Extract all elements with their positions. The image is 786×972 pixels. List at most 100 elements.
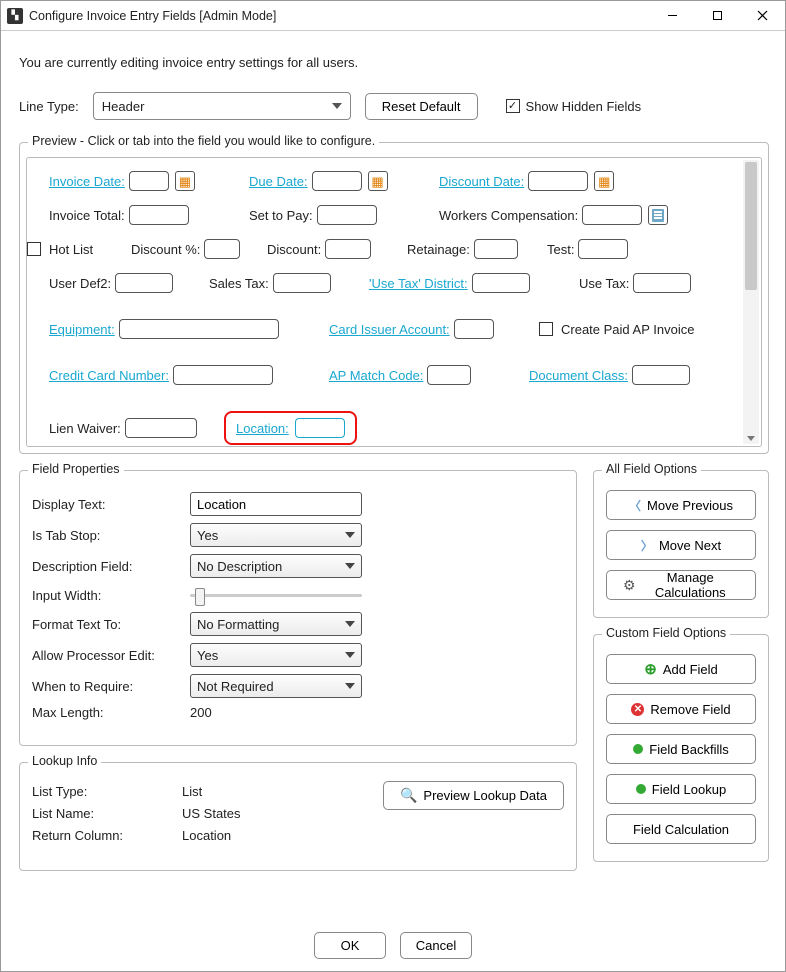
when-require-select[interactable]: Not Required: [190, 674, 362, 698]
equipment-label[interactable]: Equipment:: [49, 322, 115, 337]
search-icon: 🔍: [400, 787, 417, 804]
chevron-down-icon: [345, 652, 355, 658]
custom-field-options-panel: Custom Field Options ⊕ Add Field ✕ Remov…: [593, 634, 769, 862]
slider-thumb[interactable]: [195, 588, 205, 606]
ok-label: OK: [341, 938, 360, 953]
create-paid-ap-checkbox[interactable]: [539, 322, 553, 336]
lien-waiver-label: Lien Waiver:: [49, 421, 121, 436]
doc-class-label[interactable]: Document Class:: [529, 368, 628, 383]
move-next-button[interactable]: 〉 Move Next: [606, 530, 756, 560]
location-label[interactable]: Location:: [236, 421, 289, 436]
discount-pct-input[interactable]: [204, 239, 240, 259]
is-tab-stop-select[interactable]: Yes: [190, 523, 362, 547]
field-backfills-label: Field Backfills: [649, 742, 728, 757]
use-tax-input[interactable]: [633, 273, 691, 293]
lien-waiver-input[interactable]: [125, 418, 197, 438]
manage-calculations-button[interactable]: ⚙ Manage Calculations: [606, 570, 756, 600]
description-field-value: No Description: [197, 559, 282, 574]
invoice-date-label[interactable]: Invoice Date:: [49, 174, 125, 189]
reset-default-button[interactable]: Reset Default: [365, 93, 478, 120]
preview-lookup-button[interactable]: 🔍 Preview Lookup Data: [383, 781, 564, 810]
cancel-label: Cancel: [416, 938, 456, 953]
cc-number-input[interactable]: [173, 365, 273, 385]
retainage-input[interactable]: [474, 239, 518, 259]
invoice-total-input[interactable]: [129, 205, 189, 225]
info-text: You are currently editing invoice entry …: [19, 55, 769, 70]
max-length-label: Max Length:: [32, 705, 190, 720]
add-field-button[interactable]: ⊕ Add Field: [606, 654, 756, 684]
vertical-scrollbar[interactable]: [743, 160, 759, 444]
preview-legend: Preview - Click or tab into the field yo…: [28, 134, 379, 148]
doc-class-input[interactable]: [632, 365, 690, 385]
field-properties-legend: Field Properties: [28, 462, 124, 476]
format-text-select[interactable]: No Formatting: [190, 612, 362, 636]
display-text-input[interactable]: [190, 492, 362, 516]
display-text-label: Display Text:: [32, 497, 190, 512]
description-field-select[interactable]: No Description: [190, 554, 362, 578]
discount-pct-label: Discount %:: [131, 242, 200, 257]
dot-icon: [636, 784, 646, 794]
all-field-options-panel: All Field Options 〈 Move Previous 〉 Move…: [593, 470, 769, 618]
equipment-input[interactable]: [119, 319, 279, 339]
chevron-down-icon: [345, 621, 355, 627]
input-width-label: Input Width:: [32, 588, 190, 603]
titlebar: ▚ Configure Invoice Entry Fields [Admin …: [1, 1, 785, 31]
location-input[interactable]: [295, 418, 345, 438]
due-date-input[interactable]: [312, 171, 362, 191]
hot-list-checkbox[interactable]: [27, 242, 41, 256]
chevron-right-icon: 〉: [641, 537, 653, 554]
due-date-label[interactable]: Due Date:: [249, 174, 308, 189]
ok-button[interactable]: OK: [314, 932, 386, 959]
test-input[interactable]: [578, 239, 628, 259]
calendar-icon[interactable]: ▦: [368, 171, 388, 191]
workers-comp-input[interactable]: [582, 205, 642, 225]
allow-processor-select[interactable]: Yes: [190, 643, 362, 667]
gear-icon: ⚙: [623, 577, 636, 594]
chevron-down-icon: [332, 103, 342, 109]
discount-date-input[interactable]: [528, 171, 588, 191]
input-width-slider[interactable]: [190, 585, 362, 605]
line-type-select[interactable]: Header: [93, 92, 351, 120]
dot-icon: [633, 744, 643, 754]
maximize-button[interactable]: [695, 1, 740, 31]
invoice-date-input[interactable]: [129, 171, 169, 191]
field-properties-panel: Field Properties Display Text: Is Tab St…: [19, 470, 577, 746]
app-icon: ▚: [7, 8, 23, 24]
move-previous-label: Move Previous: [647, 498, 733, 513]
when-require-value: Not Required: [197, 679, 274, 694]
cancel-button[interactable]: Cancel: [400, 932, 472, 959]
reset-default-label: Reset Default: [382, 99, 461, 114]
field-calculation-button[interactable]: Field Calculation: [606, 814, 756, 844]
document-icon[interactable]: [648, 205, 668, 225]
ap-match-label[interactable]: AP Match Code:: [329, 368, 423, 383]
location-highlight: Location:: [224, 411, 357, 445]
show-hidden-checkbox[interactable]: ✓: [506, 99, 520, 113]
workers-comp-label: Workers Compensation:: [439, 208, 578, 223]
chevron-down-icon: [345, 563, 355, 569]
close-button[interactable]: [740, 1, 785, 31]
calendar-icon[interactable]: ▦: [175, 171, 195, 191]
list-type-value: List: [182, 784, 202, 799]
minimize-button[interactable]: [650, 1, 695, 31]
list-type-label: List Type:: [32, 784, 182, 799]
ap-match-input[interactable]: [427, 365, 471, 385]
chevron-left-icon: 〈: [629, 497, 641, 514]
list-name-label: List Name:: [32, 806, 182, 821]
scrollbar-thumb[interactable]: [745, 162, 757, 290]
remove-field-button[interactable]: ✕ Remove Field: [606, 694, 756, 724]
use-tax-district-input[interactable]: [472, 273, 530, 293]
set-to-pay-input[interactable]: [317, 205, 377, 225]
discount-input[interactable]: [325, 239, 371, 259]
move-previous-button[interactable]: 〈 Move Previous: [606, 490, 756, 520]
discount-date-label[interactable]: Discount Date:: [439, 174, 524, 189]
card-issuer-label[interactable]: Card Issuer Account:: [329, 322, 450, 337]
field-backfills-button[interactable]: Field Backfills: [606, 734, 756, 764]
is-tab-stop-value: Yes: [197, 528, 218, 543]
field-lookup-button[interactable]: Field Lookup: [606, 774, 756, 804]
card-issuer-input[interactable]: [454, 319, 494, 339]
sales-tax-input[interactable]: [273, 273, 331, 293]
use-tax-district-label[interactable]: 'Use Tax' District:: [369, 276, 468, 291]
calendar-icon[interactable]: ▦: [594, 171, 614, 191]
user-def2-input[interactable]: [115, 273, 173, 293]
cc-number-label[interactable]: Credit Card Number:: [49, 368, 169, 383]
